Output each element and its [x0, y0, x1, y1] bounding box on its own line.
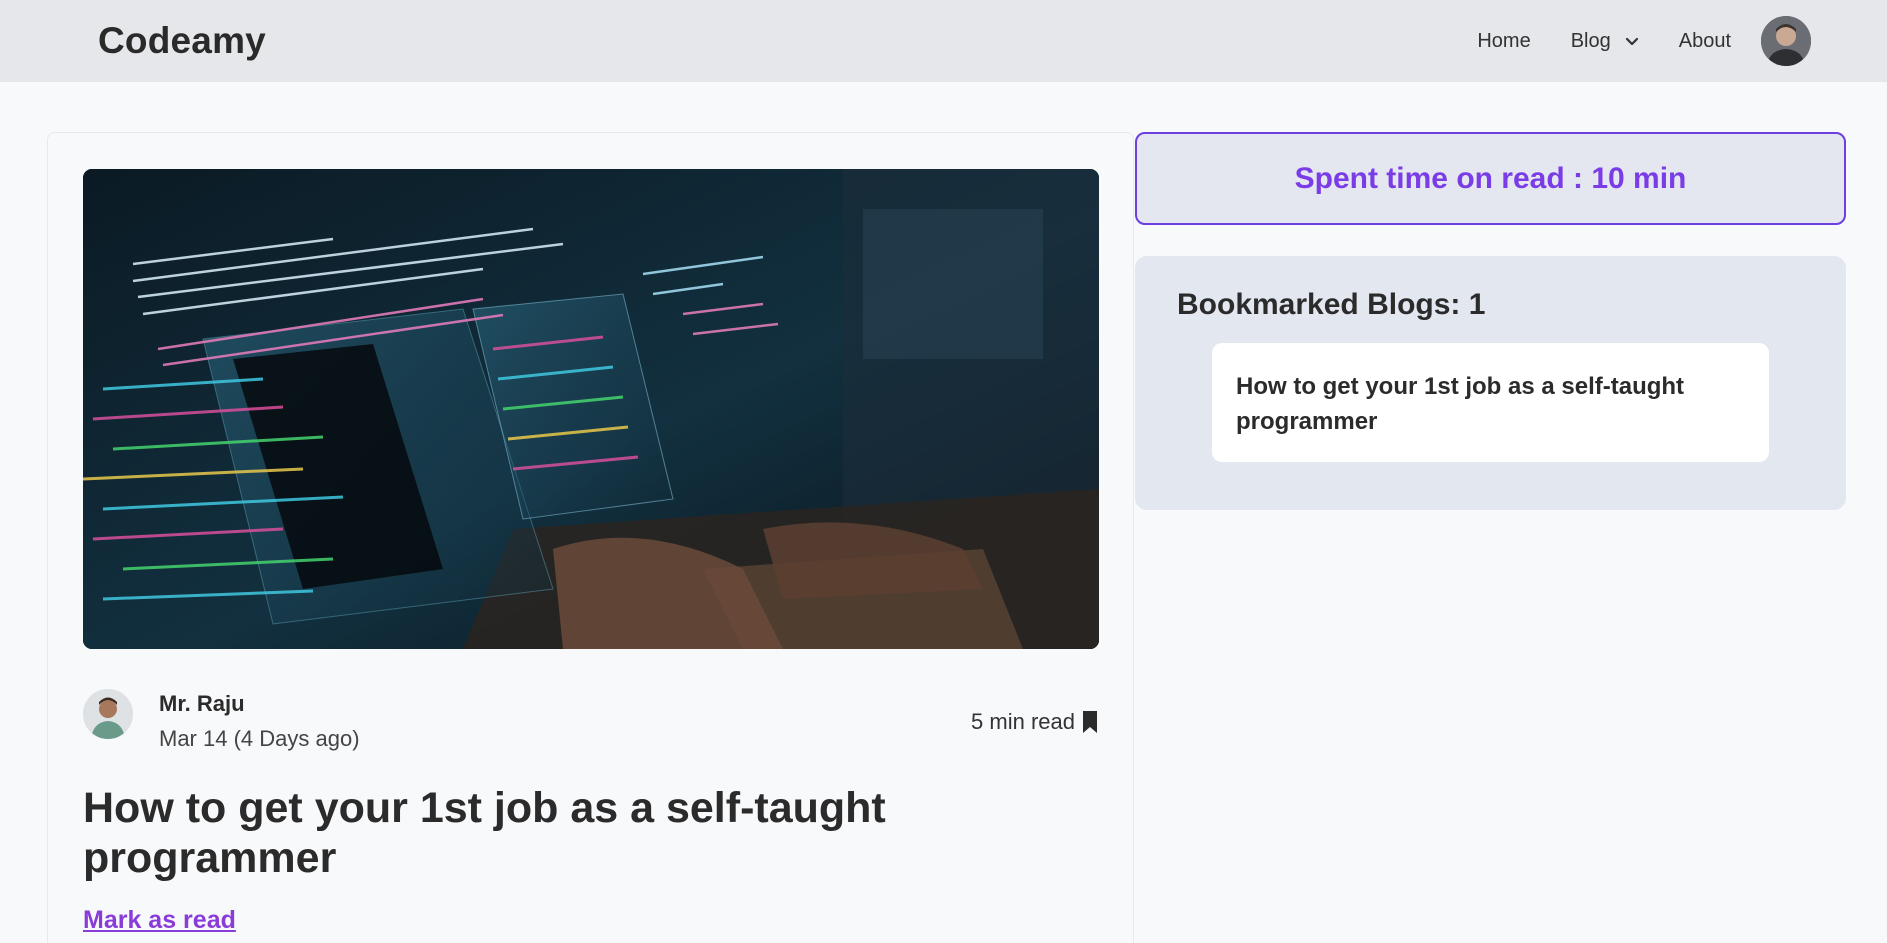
navbar: Codeamy Home Blog About [0, 0, 1887, 82]
spent-time-text: Spent time on read : 10 min [1294, 161, 1687, 195]
bookmark-icon[interactable] [1081, 710, 1099, 734]
blog-cover-image [83, 169, 1099, 649]
post-date: Mar 14 (4 Days ago) [159, 726, 360, 751]
author-avatar [83, 689, 133, 739]
post-title: How to get your 1st job as a self-taught… [83, 784, 886, 882]
nav-home-link[interactable]: Home [1477, 30, 1530, 53]
post-meta: Mr. Raju Mar 14 (4 Days ago) 5 min read [83, 689, 1099, 751]
read-time: 5 min read [971, 709, 1075, 734]
author-name: Mr. Raju [159, 691, 245, 716]
chevron-down-icon [1625, 37, 1639, 46]
nav-about-link[interactable]: About [1679, 30, 1731, 53]
nav-blog-dropdown[interactable]: Blog [1571, 30, 1639, 53]
bookmarked-blogs-panel: Bookmarked Blogs: 1 How to get your 1st … [1135, 256, 1846, 510]
main-nav: Home Blog About [1477, 16, 1811, 66]
spent-time-panel: Spent time on read : 10 min [1135, 132, 1846, 225]
bookmarked-blogs-title: Bookmarked Blogs: 1 [1177, 288, 1486, 321]
bookmarked-blog-item[interactable]: How to get your 1st job as a self-taught… [1212, 343, 1769, 462]
read-info: 5 min read [971, 709, 1099, 735]
mark-as-read-link[interactable]: Mark as read [83, 906, 236, 935]
brand-logo[interactable]: Codeamy [98, 20, 266, 62]
nav-blog-label: Blog [1570, 29, 1611, 52]
blog-card: Mr. Raju Mar 14 (4 Days ago) 5 min read … [47, 132, 1134, 943]
user-avatar[interactable] [1761, 16, 1811, 66]
